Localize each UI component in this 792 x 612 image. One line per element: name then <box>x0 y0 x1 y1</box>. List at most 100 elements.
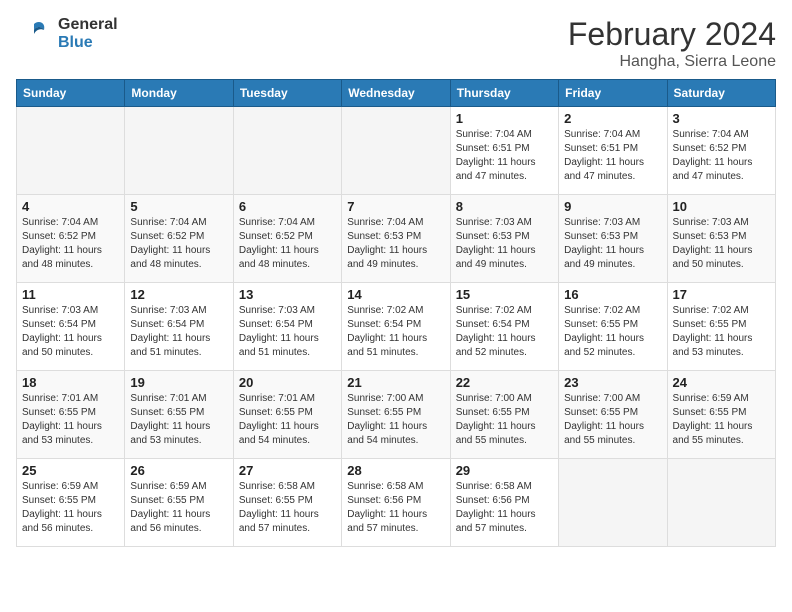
calendar-cell: 29 Sunrise: 6:58 AM Sunset: 6:56 PM Dayli… <box>450 459 558 547</box>
day-info: Sunrise: 7:04 AM Sunset: 6:52 PM Dayligh… <box>130 216 227 272</box>
day-number: 8 <box>456 199 553 214</box>
calendar-cell: 27 Sunrise: 6:58 AM Sunset: 6:55 PM Dayli… <box>233 459 341 547</box>
day-info: Sunrise: 7:03 AM Sunset: 6:54 PM Dayligh… <box>22 304 119 360</box>
day-info: Sunrise: 7:03 AM Sunset: 6:54 PM Dayligh… <box>130 304 227 360</box>
calendar-cell: 23 Sunrise: 7:00 AM Sunset: 6:55 PM Dayli… <box>559 371 667 459</box>
day-number: 5 <box>130 199 227 214</box>
day-number: 13 <box>239 287 336 302</box>
calendar-cell: 9 Sunrise: 7:03 AM Sunset: 6:53 PM Daylig… <box>559 195 667 283</box>
day-info: Sunrise: 7:04 AM Sunset: 6:51 PM Dayligh… <box>456 128 553 184</box>
day-number: 14 <box>347 287 444 302</box>
logo-container: General Blue <box>16 16 118 53</box>
day-number: 23 <box>564 375 661 390</box>
calendar-cell: 8 Sunrise: 7:03 AM Sunset: 6:53 PM Daylig… <box>450 195 558 283</box>
day-number: 12 <box>130 287 227 302</box>
weekday-header: Tuesday <box>233 80 341 107</box>
day-info: Sunrise: 7:02 AM Sunset: 6:55 PM Dayligh… <box>673 304 770 360</box>
day-number: 27 <box>239 463 336 478</box>
day-info: Sunrise: 6:58 AM Sunset: 6:55 PM Dayligh… <box>239 480 336 536</box>
calendar-cell: 7 Sunrise: 7:04 AM Sunset: 6:53 PM Daylig… <box>342 195 450 283</box>
page-subtitle: Hangha, Sierra Leone <box>568 53 776 71</box>
calendar-cell <box>667 459 775 547</box>
day-info: Sunrise: 7:04 AM Sunset: 6:53 PM Dayligh… <box>347 216 444 272</box>
calendar-cell <box>559 459 667 547</box>
weekday-header: Thursday <box>450 80 558 107</box>
day-number: 9 <box>564 199 661 214</box>
day-number: 10 <box>673 199 770 214</box>
day-info: Sunrise: 7:03 AM Sunset: 6:53 PM Dayligh… <box>673 216 770 272</box>
day-info: Sunrise: 7:02 AM Sunset: 6:55 PM Dayligh… <box>564 304 661 360</box>
calendar-cell <box>233 107 341 195</box>
day-number: 22 <box>456 375 553 390</box>
calendar-cell: 6 Sunrise: 7:04 AM Sunset: 6:52 PM Daylig… <box>233 195 341 283</box>
calendar-table: SundayMondayTuesdayWednesdayThursdayFrid… <box>16 79 776 547</box>
day-number: 18 <box>22 375 119 390</box>
calendar-cell: 18 Sunrise: 7:01 AM Sunset: 6:55 PM Dayli… <box>17 371 125 459</box>
day-info: Sunrise: 7:01 AM Sunset: 6:55 PM Dayligh… <box>130 392 227 448</box>
day-number: 15 <box>456 287 553 302</box>
calendar-cell <box>125 107 233 195</box>
day-number: 26 <box>130 463 227 478</box>
day-number: 17 <box>673 287 770 302</box>
calendar-cell: 13 Sunrise: 7:03 AM Sunset: 6:54 PM Dayli… <box>233 283 341 371</box>
calendar-cell: 17 Sunrise: 7:02 AM Sunset: 6:55 PM Dayli… <box>667 283 775 371</box>
day-info: Sunrise: 7:03 AM Sunset: 6:53 PM Dayligh… <box>564 216 661 272</box>
calendar-week-row: 18 Sunrise: 7:01 AM Sunset: 6:55 PM Dayli… <box>17 371 776 459</box>
calendar-cell: 14 Sunrise: 7:02 AM Sunset: 6:54 PM Dayli… <box>342 283 450 371</box>
day-info: Sunrise: 7:03 AM Sunset: 6:54 PM Dayligh… <box>239 304 336 360</box>
day-info: Sunrise: 7:04 AM Sunset: 6:52 PM Dayligh… <box>239 216 336 272</box>
day-number: 6 <box>239 199 336 214</box>
logo: General Blue <box>16 16 118 53</box>
day-number: 2 <box>564 111 661 126</box>
calendar-header-row: SundayMondayTuesdayWednesdayThursdayFrid… <box>17 80 776 107</box>
title-section: February 2024 Hangha, Sierra Leone <box>568 16 776 71</box>
calendar-cell: 1 Sunrise: 7:04 AM Sunset: 6:51 PM Daylig… <box>450 107 558 195</box>
calendar-cell: 11 Sunrise: 7:03 AM Sunset: 6:54 PM Dayli… <box>17 283 125 371</box>
calendar-week-row: 25Sunrise: 6:59 AM Sunset: 6:55 PM Dayli… <box>17 459 776 547</box>
day-info: Sunrise: 6:58 AM Sunset: 6:56 PM Dayligh… <box>347 480 444 536</box>
calendar-cell: 5 Sunrise: 7:04 AM Sunset: 6:52 PM Daylig… <box>125 195 233 283</box>
day-info: Sunrise: 7:03 AM Sunset: 6:53 PM Dayligh… <box>456 216 553 272</box>
calendar-week-row: 4 Sunrise: 7:04 AM Sunset: 6:52 PM Daylig… <box>17 195 776 283</box>
day-number: 19 <box>130 375 227 390</box>
day-info: Sunrise: 7:00 AM Sunset: 6:55 PM Dayligh… <box>347 392 444 448</box>
day-number: 29 <box>456 463 553 478</box>
day-number: 11 <box>22 287 119 302</box>
calendar-cell: 4Sunrise: 7:04 AM Sunset: 6:52 PM Daylig… <box>17 195 125 283</box>
weekday-header: Wednesday <box>342 80 450 107</box>
day-info: Sunrise: 6:59 AM Sunset: 6:55 PM Dayligh… <box>130 480 227 536</box>
page-header: General Blue February 2024 Hangha, Sierr… <box>16 16 776 71</box>
day-number: 1 <box>456 111 553 126</box>
calendar-week-row: 1 Sunrise: 7:04 AM Sunset: 6:51 PM Daylig… <box>17 107 776 195</box>
day-number: 7 <box>347 199 444 214</box>
day-info: Sunrise: 7:01 AM Sunset: 6:55 PM Dayligh… <box>239 392 336 448</box>
day-info: Sunrise: 6:58 AM Sunset: 6:56 PM Dayligh… <box>456 480 553 536</box>
weekday-header: Friday <box>559 80 667 107</box>
day-number: 4 <box>22 199 119 214</box>
day-number: 20 <box>239 375 336 390</box>
weekday-header: Monday <box>125 80 233 107</box>
day-number: 24 <box>673 375 770 390</box>
day-info: Sunrise: 7:02 AM Sunset: 6:54 PM Dayligh… <box>456 304 553 360</box>
calendar-week-row: 11 Sunrise: 7:03 AM Sunset: 6:54 PM Dayli… <box>17 283 776 371</box>
calendar-cell: 15 Sunrise: 7:02 AM Sunset: 6:54 PM Dayli… <box>450 283 558 371</box>
day-info: Sunrise: 7:00 AM Sunset: 6:55 PM Dayligh… <box>456 392 553 448</box>
day-info: Sunrise: 7:00 AM Sunset: 6:55 PM Dayligh… <box>564 392 661 448</box>
day-info: Sunrise: 7:04 AM Sunset: 6:52 PM Dayligh… <box>673 128 770 184</box>
page-title: February 2024 <box>568 16 776 53</box>
calendar-cell: 3 Sunrise: 7:04 AM Sunset: 6:52 PM Daylig… <box>667 107 775 195</box>
calendar-cell: 25Sunrise: 6:59 AM Sunset: 6:55 PM Dayli… <box>17 459 125 547</box>
day-number: 21 <box>347 375 444 390</box>
day-info: Sunrise: 6:59 AM Sunset: 6:55 PM Dayligh… <box>673 392 770 448</box>
day-number: 3 <box>673 111 770 126</box>
day-info: Sunrise: 7:02 AM Sunset: 6:54 PM Dayligh… <box>347 304 444 360</box>
calendar-cell: 21 Sunrise: 7:00 AM Sunset: 6:55 PM Dayli… <box>342 371 450 459</box>
day-info: Sunrise: 7:01 AM Sunset: 6:55 PM Dayligh… <box>22 392 119 448</box>
day-info: Sunrise: 7:04 AM Sunset: 6:51 PM Dayligh… <box>564 128 661 184</box>
logo-bird-icon <box>16 16 52 52</box>
calendar-cell <box>342 107 450 195</box>
calendar-cell: 19 Sunrise: 7:01 AM Sunset: 6:55 PM Dayli… <box>125 371 233 459</box>
weekday-header: Saturday <box>667 80 775 107</box>
day-number: 16 <box>564 287 661 302</box>
day-number: 28 <box>347 463 444 478</box>
